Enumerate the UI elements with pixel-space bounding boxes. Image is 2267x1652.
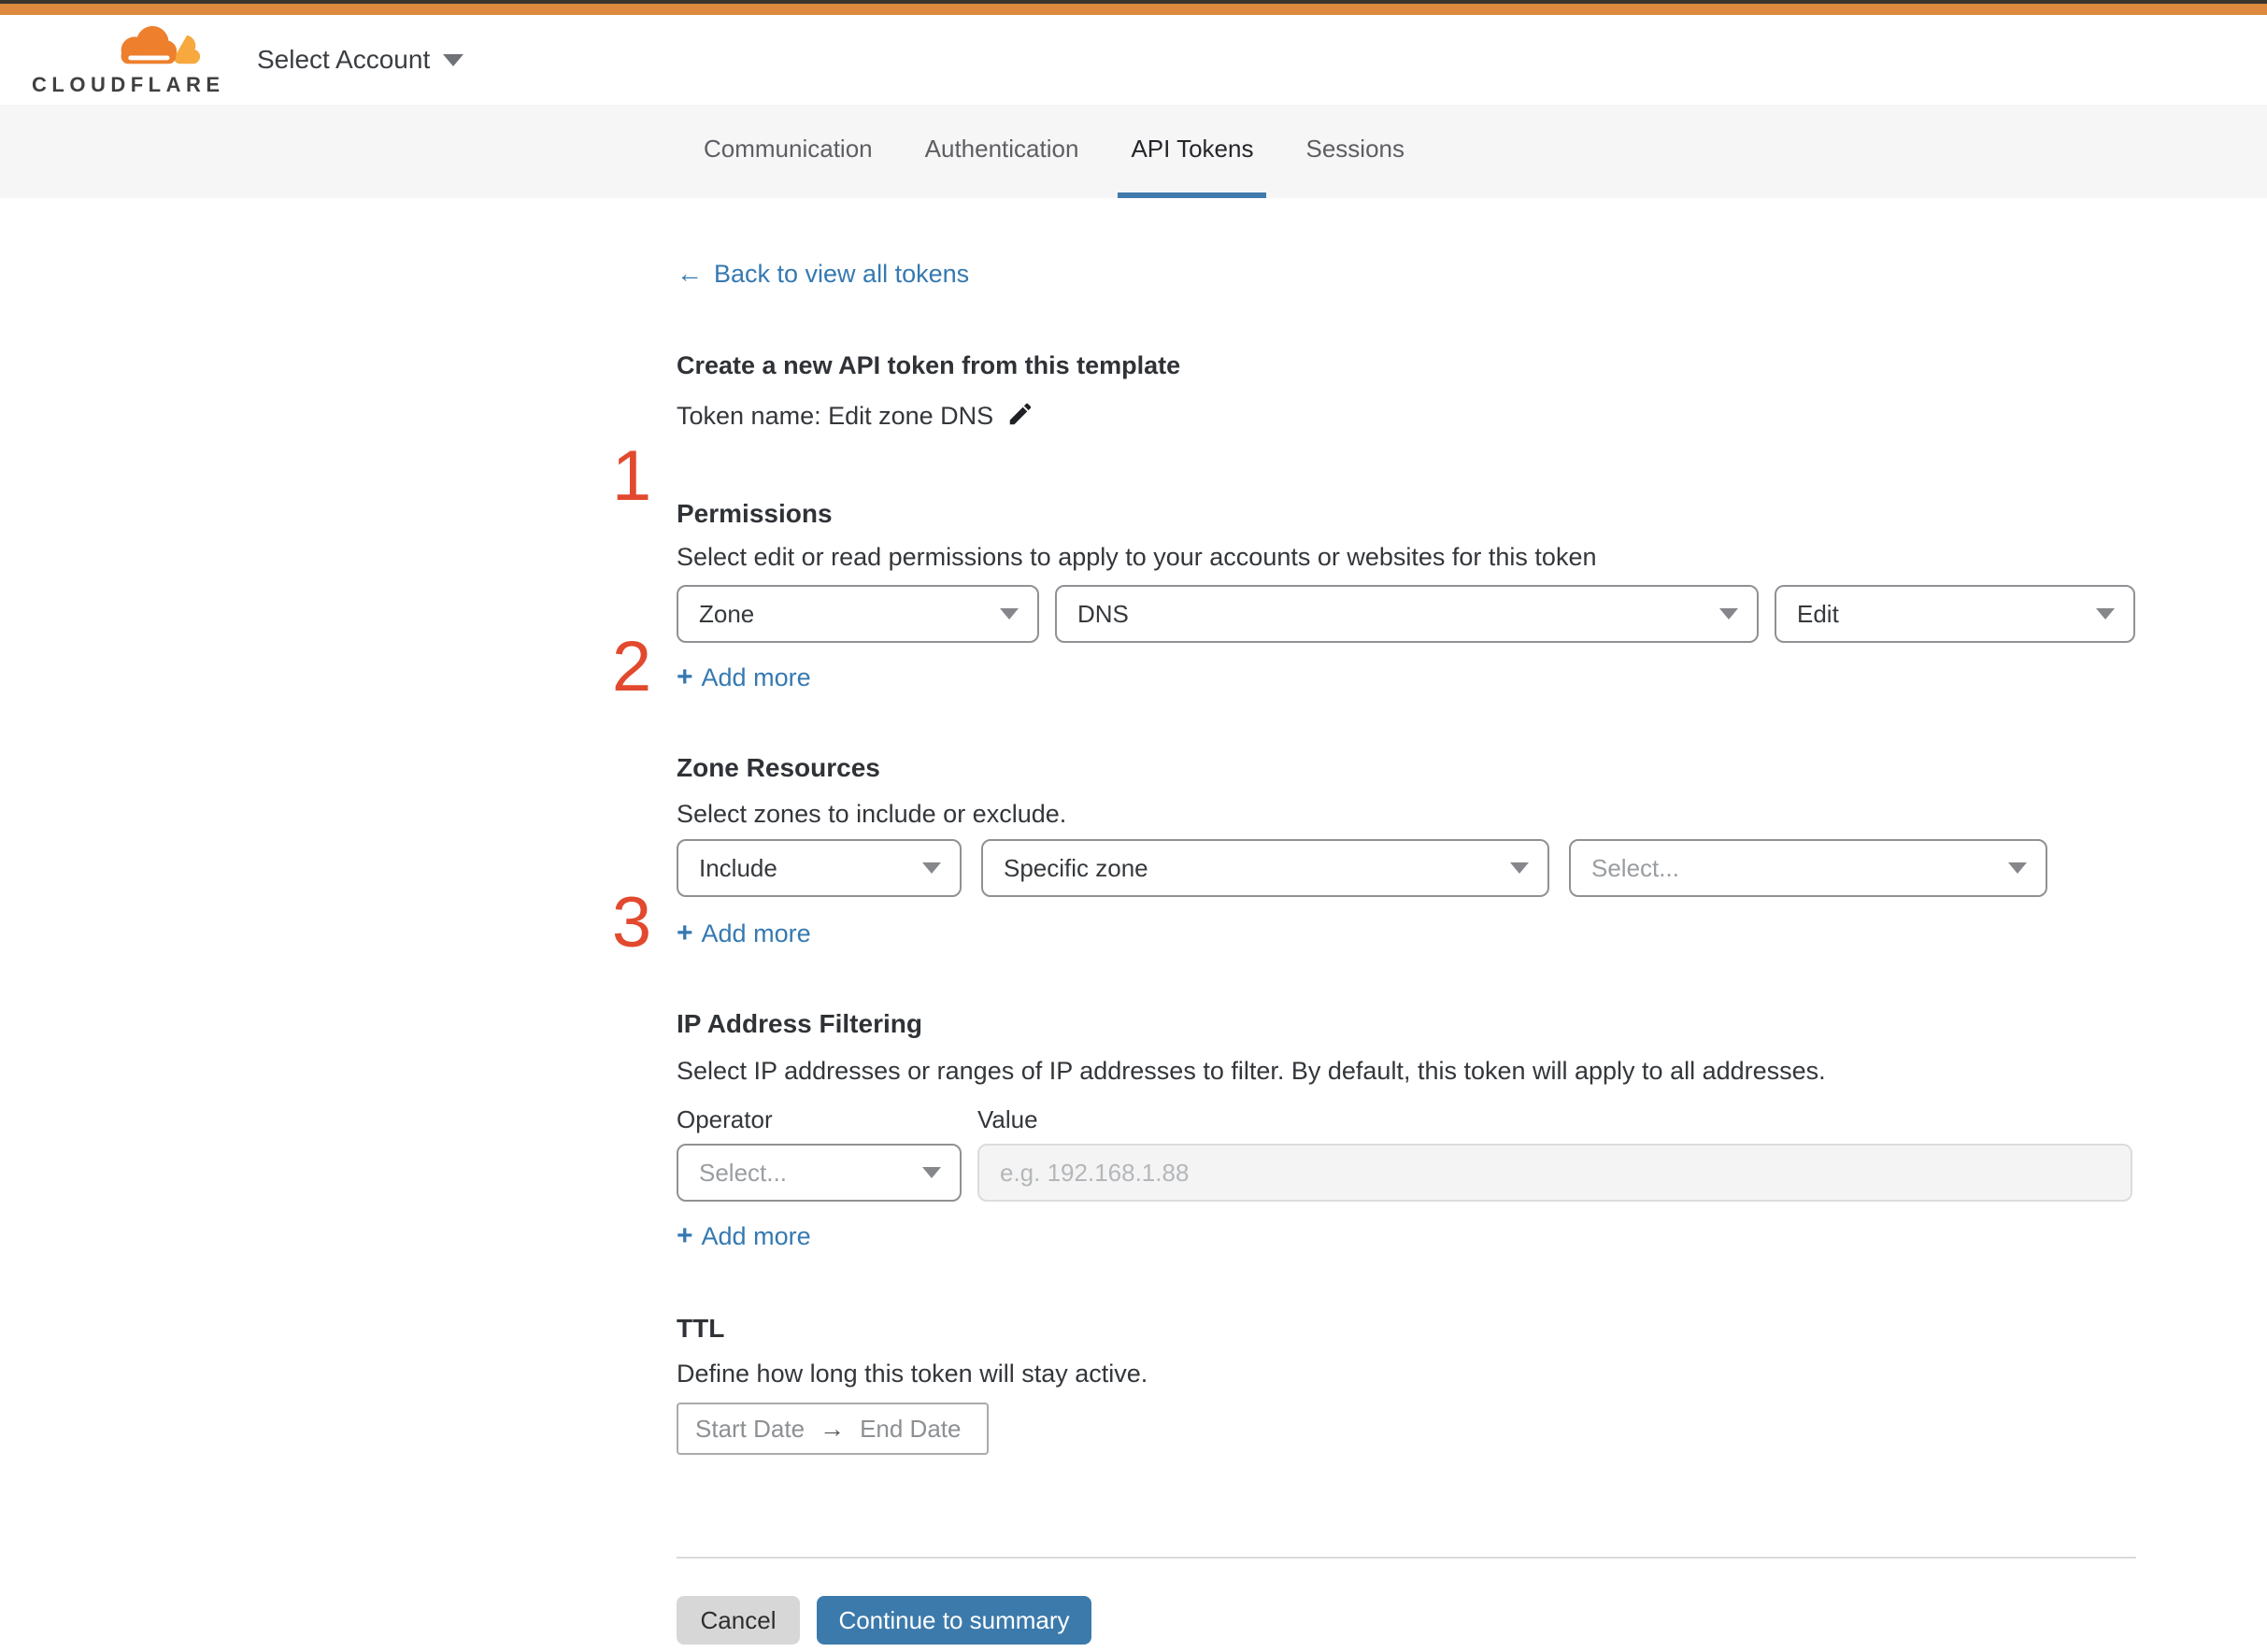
step-marker-3: 3 — [611, 883, 652, 962]
page-title: Create a new API token from this templat… — [677, 351, 1181, 379]
tab-sessions[interactable]: Sessions — [1292, 105, 1418, 198]
permission-service-value: DNS — [1077, 599, 1129, 628]
cancel-button[interactable]: Cancel — [677, 1596, 800, 1645]
add-more-label: Add more — [701, 662, 811, 691]
top-accent-bar-orange — [0, 4, 2267, 15]
cloudflare-cloud-icon — [121, 25, 201, 69]
ip-filtering-add-more-link[interactable]: + Add more — [677, 1220, 811, 1252]
zone-resources-add-more-link[interactable]: + Add more — [677, 918, 811, 949]
back-arrow-icon: ← — [677, 259, 703, 288]
chevron-down-icon — [1510, 862, 1529, 874]
chevron-down-icon — [922, 862, 941, 874]
permissions-row: Zone DNS Edit — [677, 585, 2136, 643]
zone-name-placeholder: Select... — [1591, 853, 1679, 882]
zone-resources-description: Select zones to include or exclude. — [677, 800, 1067, 828]
chevron-down-icon — [2008, 862, 2027, 874]
edit-pencil-icon[interactable] — [1006, 400, 1034, 433]
cloudflare-logo[interactable]: CLOUDFLARE — [32, 22, 225, 97]
ip-filtering-heading: IP Address Filtering — [677, 1009, 922, 1038]
token-name-text: Token name: Edit zone DNS — [677, 401, 994, 430]
value-label: Value — [977, 1105, 1038, 1133]
tab-authentication[interactable]: Authentication — [912, 105, 1092, 198]
ttl-description: Define how long this token will stay act… — [677, 1360, 1148, 1388]
permission-scope-value: Zone — [699, 599, 755, 628]
permission-service-select[interactable]: DNS — [1055, 585, 1759, 643]
footer-actions: Cancel Continue to summary — [677, 1596, 2136, 1645]
back-link-label: Back to view all tokens — [714, 259, 970, 288]
account-selector[interactable]: Select Account — [257, 15, 464, 105]
ip-operator-placeholder: Select... — [699, 1158, 787, 1187]
back-to-tokens-link[interactable]: ← Back to view all tokens — [677, 258, 969, 290]
plus-icon: + — [677, 918, 693, 948]
tab-list: Communication Authentication API Tokens … — [691, 105, 2267, 198]
add-more-label: Add more — [701, 919, 811, 947]
chevron-down-icon — [2096, 608, 2115, 620]
token-form: 1 2 3 ← Back to view all tokens Create a… — [612, 258, 2136, 1652]
ttl-date-range-picker[interactable]: Start Date → End Date — [677, 1403, 989, 1455]
right-arrow-icon: → — [820, 1414, 846, 1443]
app-header: CLOUDFLARE Select Account — [0, 15, 2267, 105]
end-date-placeholder: End Date — [860, 1414, 962, 1443]
zone-type-select[interactable]: Specific zone — [981, 839, 1549, 897]
profile-tabstrip: Communication Authentication API Tokens … — [0, 105, 2267, 198]
zone-type-value: Specific zone — [1004, 853, 1148, 882]
ttl-heading: TTL — [677, 1314, 725, 1343]
ip-filtering-labels: Operator Value — [677, 1105, 2136, 1135]
plus-icon: + — [677, 1220, 693, 1251]
plus-icon: + — [677, 662, 693, 692]
chevron-down-icon — [443, 53, 464, 66]
zone-resources-row: Include Specific zone Select... — [677, 839, 2136, 897]
zone-operator-value: Include — [699, 853, 777, 882]
cloudflare-wordmark: CLOUDFLARE — [32, 73, 225, 96]
tab-communication[interactable]: Communication — [691, 105, 886, 198]
permission-access-select[interactable]: Edit — [1775, 585, 2135, 643]
token-name-row: Token name: Edit zone DNS — [677, 398, 2136, 434]
footer-divider — [677, 1557, 2136, 1559]
start-date-placeholder: Start Date — [695, 1414, 806, 1443]
permissions-description: Select edit or read permissions to apply… — [677, 543, 1597, 571]
chevron-down-icon — [1719, 608, 1738, 620]
permission-access-value: Edit — [1797, 599, 1839, 628]
add-more-label: Add more — [701, 1221, 811, 1250]
chevron-down-icon — [922, 1167, 941, 1178]
permission-scope-select[interactable]: Zone — [677, 585, 1039, 643]
ip-filtering-row: Select... — [677, 1144, 2136, 1202]
step-marker-2: 2 — [611, 627, 652, 706]
zone-name-select[interactable]: Select... — [1569, 839, 2047, 897]
permissions-heading: Permissions — [677, 499, 833, 528]
permissions-add-more-link[interactable]: + Add more — [677, 662, 811, 693]
tab-api-tokens[interactable]: API Tokens — [1118, 105, 1267, 198]
account-selector-label: Select Account — [257, 45, 431, 74]
continue-to-summary-button[interactable]: Continue to summary — [817, 1596, 1091, 1645]
zone-resources-heading: Zone Resources — [677, 753, 880, 782]
operator-label: Operator — [677, 1105, 773, 1133]
zone-operator-select[interactable]: Include — [677, 839, 962, 897]
step-marker-1: 1 — [611, 436, 652, 516]
chevron-down-icon — [1000, 608, 1019, 620]
ip-value-input[interactable] — [977, 1144, 2132, 1202]
ip-operator-select[interactable]: Select... — [677, 1144, 962, 1202]
ip-filtering-description: Select IP addresses or ranges of IP addr… — [677, 1057, 1826, 1085]
